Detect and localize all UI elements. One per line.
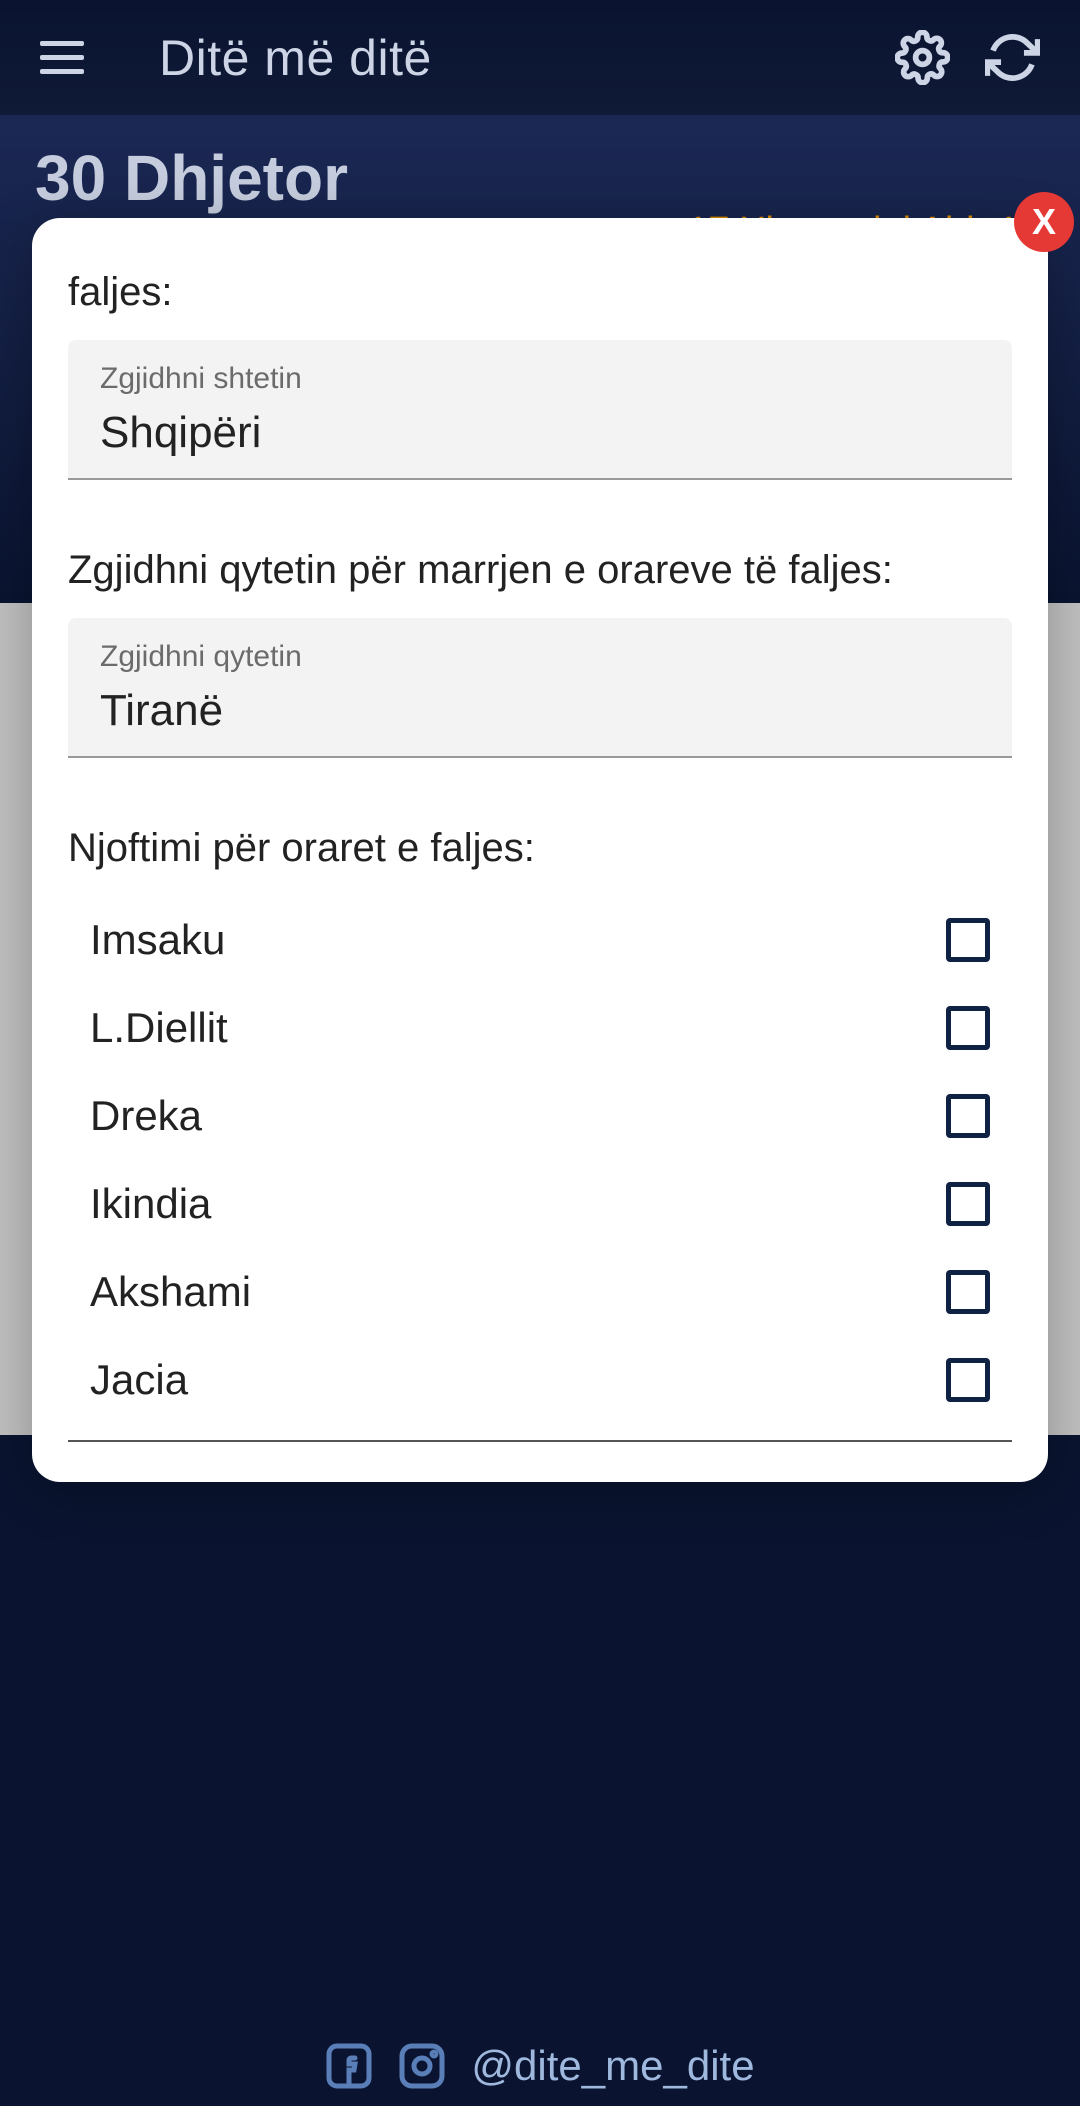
prayer-label: Jacia [90,1356,188,1404]
city-select-value: Tiranë [100,686,980,736]
prayer-label: Ikindia [90,1180,211,1228]
prayer-row-jacia: Jacia [68,1336,1012,1424]
prayer-row-dreka: Dreka [68,1072,1012,1160]
prayer-checkbox-imsaku[interactable] [946,918,990,962]
prayer-label: Akshami [90,1268,251,1316]
prayer-checkbox-jacia[interactable] [946,1358,990,1402]
prayer-row-ldiellit: L.Diellit [68,984,1012,1072]
prayer-label: Dreka [90,1092,202,1140]
prayer-checkbox-akshami[interactable] [946,1270,990,1314]
country-select-value: Shqipëri [100,408,980,458]
city-select-label: Zgjidhni qytetin [100,640,980,674]
close-button[interactable]: X [1014,192,1074,252]
prayer-row-ikindia: Ikindia [68,1160,1012,1248]
notification-list: Imsaku L.Diellit Dreka Ikindia Akshami J… [68,896,1012,1442]
city-select[interactable]: Zgjidhni qytetin Tiranë [68,618,1012,758]
prayer-label: Imsaku [90,916,225,964]
modal-overlay: X faljes: Zgjidhni shtetin Shqipëri Zgji… [0,0,1080,2106]
prayer-checkbox-ikindia[interactable] [946,1182,990,1226]
prayer-label: L.Diellit [90,1004,228,1052]
prayer-row-imsaku: Imsaku [68,896,1012,984]
city-prompt: Zgjidhni qytetin për marrjen e orareve t… [68,544,1012,596]
country-select-label: Zgjidhni shtetin [100,362,980,396]
prayer-checkbox-dreka[interactable] [946,1094,990,1138]
prayer-checkbox-ldiellit[interactable] [946,1006,990,1050]
notification-heading: Njoftimi për oraret e faljes: [68,822,1012,874]
settings-modal: X faljes: Zgjidhni shtetin Shqipëri Zgji… [32,218,1048,1482]
country-select[interactable]: Zgjidhni shtetin Shqipëri [68,340,1012,480]
prayer-row-akshami: Akshami [68,1248,1012,1336]
country-prompt: faljes: [68,266,1012,318]
